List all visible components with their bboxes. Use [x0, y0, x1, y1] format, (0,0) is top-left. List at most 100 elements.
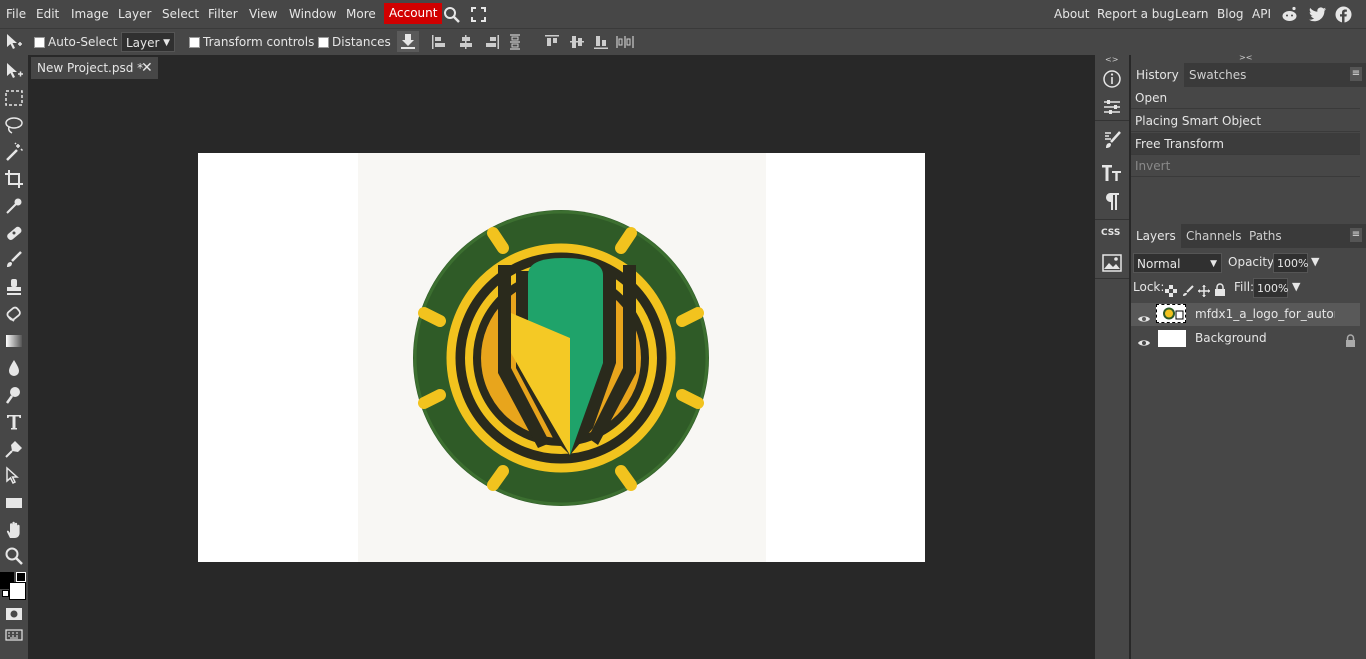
auto-select-checkbox[interactable]	[34, 37, 45, 48]
dodge-tool-button[interactable]	[2, 384, 26, 406]
layer-row[interactable]: Background	[1131, 327, 1360, 350]
history-item-active[interactable]: Free Transform	[1131, 133, 1360, 155]
default-colors-icon[interactable]	[2, 590, 9, 597]
fullscreen-icon[interactable]	[471, 7, 486, 22]
brush-icon	[7, 251, 22, 267]
character-button[interactable]	[1101, 162, 1123, 188]
link-about[interactable]: About	[1054, 0, 1089, 28]
align-center-h-icon[interactable]	[458, 34, 474, 54]
tab-swatches[interactable]: Swatches	[1184, 63, 1251, 87]
panel-menu-icon[interactable]: ≡	[1350, 67, 1362, 81]
menu-image[interactable]: Image	[65, 0, 115, 28]
brush-settings-button[interactable]	[1102, 130, 1122, 154]
tab-channels[interactable]: Channels	[1181, 224, 1247, 248]
auto-select-label: Auto-Select	[48, 35, 118, 49]
align-top-icon[interactable]	[544, 34, 560, 54]
fill-dropdown-icon[interactable]: ▼	[1292, 280, 1300, 293]
healing-tool-button[interactable]	[2, 222, 26, 244]
move-tool-button[interactable]	[2, 60, 26, 82]
document-canvas[interactable]	[198, 153, 925, 562]
menu-edit[interactable]: Edit	[30, 0, 65, 28]
info-button[interactable]	[1102, 69, 1122, 93]
blur-tool-button[interactable]	[2, 357, 26, 379]
lasso-tool-button[interactable]	[2, 114, 26, 136]
menu-layer[interactable]: Layer	[112, 0, 157, 28]
menu-window[interactable]: Window	[283, 0, 342, 28]
lock-paint-icon[interactable]	[1182, 282, 1194, 301]
close-icon[interactable]: ✕	[141, 57, 153, 79]
align-middle-v-icon[interactable]	[569, 34, 585, 54]
hand-tool-button[interactable]	[2, 519, 26, 541]
keyboard-button[interactable]	[2, 624, 26, 646]
lock-move-icon[interactable]	[1198, 282, 1210, 301]
magic-wand-tool-button[interactable]	[2, 141, 26, 163]
panel-menu-icon[interactable]: ≡	[1350, 228, 1362, 242]
blend-mode-dropdown[interactable]: Normal ▼	[1133, 253, 1222, 273]
menu-select[interactable]: Select	[156, 0, 205, 28]
reddit-icon[interactable]	[1281, 6, 1298, 26]
image-button[interactable]	[1102, 254, 1122, 276]
align-right-icon[interactable]	[484, 34, 500, 54]
opacity-dropdown-icon[interactable]: ▼	[1311, 255, 1319, 268]
marquee-tool-button[interactable]	[2, 87, 26, 109]
twitter-icon[interactable]	[1309, 7, 1327, 26]
pen-tool-button[interactable]	[2, 438, 26, 460]
tab-paths[interactable]: Paths	[1244, 224, 1287, 248]
eyedropper-tool-button[interactable]	[2, 195, 26, 217]
history-item[interactable]: Placing Smart Object	[1131, 110, 1360, 132]
eye-icon[interactable]	[1137, 333, 1151, 356]
zoom-tool-button[interactable]	[2, 545, 26, 567]
link-api[interactable]: API	[1252, 0, 1271, 28]
document-tab[interactable]: New Project.psd * ✕	[31, 57, 158, 79]
background-color-swatch[interactable]	[9, 582, 26, 600]
opacity-input[interactable]: 100%	[1273, 253, 1308, 273]
type-tool-button[interactable]	[2, 411, 26, 433]
water-drop-icon	[9, 360, 19, 376]
menu-more[interactable]: More	[340, 0, 382, 28]
link-blog[interactable]: Blog	[1217, 0, 1244, 28]
layer-row-selected[interactable]: mfdx1_a_logo_for_autonor	[1131, 303, 1360, 326]
history-item-undone[interactable]: Invert	[1131, 155, 1360, 177]
distances-checkbox[interactable]	[318, 37, 329, 48]
tab-layers[interactable]: Layers	[1131, 224, 1181, 248]
link-report-bug[interactable]: Report a bug	[1097, 0, 1175, 28]
menu-view[interactable]: View	[243, 0, 283, 28]
character-tt-icon	[1102, 165, 1121, 181]
clone-stamp-icon	[7, 279, 21, 295]
auto-select-target-value: Layer	[126, 36, 160, 50]
quick-mask-button[interactable]	[2, 603, 26, 625]
path-select-tool-button[interactable]	[2, 465, 26, 487]
transform-controls-checkbox[interactable]	[189, 37, 200, 48]
brush-tool-button[interactable]	[2, 249, 26, 271]
distribute-vertical-icon[interactable]	[616, 34, 634, 54]
facebook-icon[interactable]	[1335, 6, 1352, 27]
rect-select-icon	[5, 90, 23, 106]
lock-icon	[1345, 332, 1356, 355]
css-button[interactable]: CSS	[1101, 228, 1120, 238]
stamp-tool-button[interactable]	[2, 276, 26, 298]
eraser-tool-button[interactable]	[2, 303, 26, 325]
download-icon[interactable]	[397, 31, 419, 52]
link-learn[interactable]: Learn	[1175, 0, 1209, 28]
lock-all-icon[interactable]	[1214, 281, 1226, 300]
tab-history[interactable]: History	[1131, 63, 1184, 87]
collapse-arrows-icon[interactable]: <>	[1105, 55, 1118, 64]
gradient-tool-button[interactable]	[2, 330, 26, 352]
history-item[interactable]: Open	[1131, 87, 1360, 109]
fill-input[interactable]: 100%	[1253, 278, 1288, 298]
menu-filter[interactable]: Filter	[202, 0, 244, 28]
auto-select-target-dropdown[interactable]: Layer ▼	[121, 32, 175, 52]
collapse-panel-icon[interactable]: ><	[1239, 53, 1252, 62]
menu-file[interactable]: File	[0, 0, 32, 28]
swap-colors-icon[interactable]	[16, 572, 26, 582]
align-bottom-icon[interactable]	[593, 34, 609, 54]
distribute-horizontal-icon[interactable]	[508, 34, 522, 54]
shape-tool-button[interactable]	[2, 492, 26, 514]
align-left-icon[interactable]	[431, 34, 447, 54]
search-icon[interactable]	[443, 6, 461, 24]
adjustments-button[interactable]	[1102, 97, 1122, 121]
paragraph-button[interactable]	[1103, 191, 1121, 215]
lock-transparency-icon[interactable]	[1165, 282, 1177, 301]
account-button[interactable]: Account	[384, 3, 443, 24]
crop-tool-button[interactable]	[2, 168, 26, 190]
